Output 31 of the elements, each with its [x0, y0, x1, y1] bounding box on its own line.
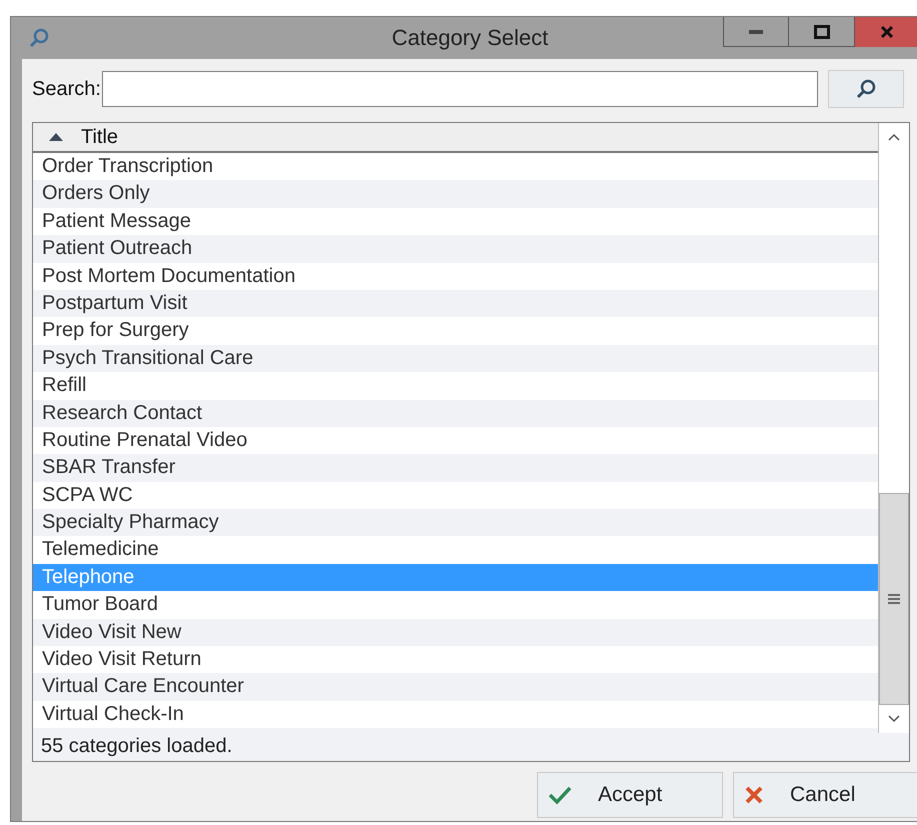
checkmark-icon	[548, 785, 572, 805]
minimize-icon	[749, 30, 763, 34]
list-row[interactable]: Post Mortem Documentation	[33, 262, 879, 290]
x-icon	[744, 785, 764, 805]
list-row[interactable]: Refill	[33, 372, 879, 400]
status-text: 55 categories loaded.	[40, 734, 234, 759]
maximize-icon	[814, 24, 830, 38]
minimize-button[interactable]	[723, 17, 789, 47]
list-row[interactable]: Video Visit Return	[33, 646, 879, 674]
list-row[interactable]: Patient Message	[33, 208, 879, 236]
search-button[interactable]	[828, 70, 904, 108]
list-row[interactable]: Prep for Surgery	[33, 317, 879, 345]
list-row[interactable]: Routine Prenatal Video	[33, 426, 879, 454]
search-label: Search:	[32, 78, 101, 100]
window-title: Category Select	[390, 25, 550, 51]
list-row[interactable]: Telemedicine	[33, 536, 879, 564]
list-row[interactable]: Virtual Check-In	[33, 700, 879, 728]
maximize-button[interactable]	[789, 17, 855, 47]
cancel-button[interactable]: Cancel	[733, 772, 917, 818]
search-field[interactable]	[102, 71, 818, 107]
search-icon	[27, 26, 51, 50]
column-header[interactable]: Title	[33, 123, 879, 153]
list-row[interactable]: SCPA WC	[33, 482, 879, 510]
list-row[interactable]: Tumor Board	[33, 591, 879, 619]
list-row[interactable]: Order Transcription	[33, 153, 879, 180]
scroll-thumb[interactable]	[879, 493, 909, 705]
accept-button[interactable]: Accept	[537, 772, 723, 818]
scrollbar[interactable]	[878, 123, 909, 733]
grip-icon	[888, 594, 900, 604]
close-button[interactable]	[855, 17, 917, 47]
close-icon	[880, 25, 894, 39]
